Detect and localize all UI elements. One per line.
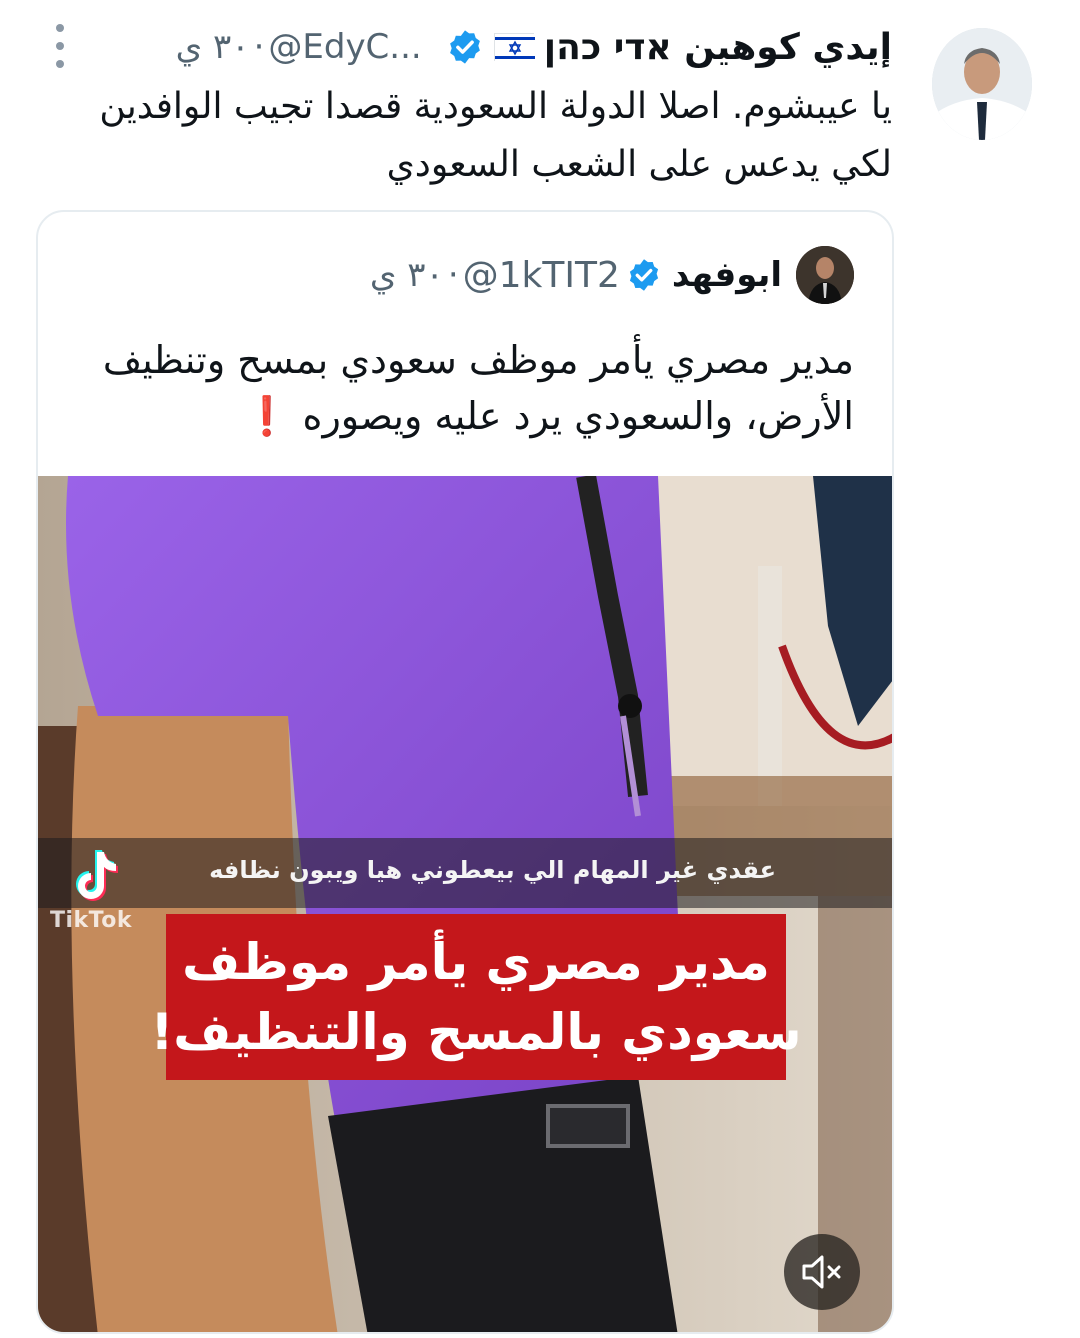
tiktok-watermark: TikTok: [50, 908, 133, 933]
separator-dot: ·: [447, 255, 459, 295]
verified-badge-icon: [626, 257, 662, 293]
banner-line-2: سعودي بالمسح والتنظيف!: [150, 1003, 802, 1061]
quoted-tweet-text: مدير مصري يأمر موظف سعودي بمسح وتنظيف ال…: [74, 332, 854, 444]
tweet-text: يا عيبشوم. اصلا الدولة السعودية قصدا تجي…: [99, 86, 892, 185]
video-title-banner: مدير مصري يأمر موظف سعودي بالمسح والتنظي…: [150, 914, 802, 1080]
author-avatar[interactable]: [932, 28, 1032, 140]
author-name[interactable]: إيدي كوهين אדי כהן: [544, 27, 892, 68]
author-handle[interactable]: @EdyC...: [268, 27, 421, 67]
quoted-tweet-body: مدير مصري يأمر موظف سعودي بمسح وتنظيف ال…: [102, 338, 854, 438]
quoted-author-avatar[interactable]: [796, 246, 854, 304]
more-options-icon[interactable]: [48, 24, 72, 68]
tweet-header: إيدي كوهين אדי כהן @EdyC... · ٣٠ ي: [176, 22, 892, 72]
quoted-author-name[interactable]: ابوفهد: [672, 255, 782, 295]
tiktok-logo-icon: [64, 846, 124, 908]
quoted-tweet-time[interactable]: ٣٠ ي: [370, 255, 444, 295]
quoted-author-handle[interactable]: @1kTIT2: [463, 255, 620, 296]
quoted-tweet-card[interactable]: ابوفهد @1kTIT2 · ٣٠ ي مدير مصري يأمر موظ…: [36, 210, 894, 1334]
separator-dot: ·: [253, 27, 265, 67]
exclamation-emoji-icon: ❗: [243, 394, 291, 438]
video-player[interactable]: عقدي غير المهام الي بيعطوني هيا ويبون نظ…: [38, 476, 892, 1332]
banner-line-1: مدير مصري يأمر موظف: [182, 933, 770, 991]
video-caption: عقدي غير المهام الي بيعطوني هيا ويبون نظ…: [209, 856, 776, 884]
mute-button[interactable]: [784, 1234, 860, 1310]
speaker-muted-icon: [802, 1255, 841, 1289]
quoted-tweet-header: ابوفهد @1kTIT2 · ٣٠ ي: [370, 250, 782, 300]
israel-flag-icon: [493, 33, 535, 62]
verified-badge-icon: [446, 28, 484, 66]
tweet-time[interactable]: ٣٠ ي: [176, 27, 250, 67]
